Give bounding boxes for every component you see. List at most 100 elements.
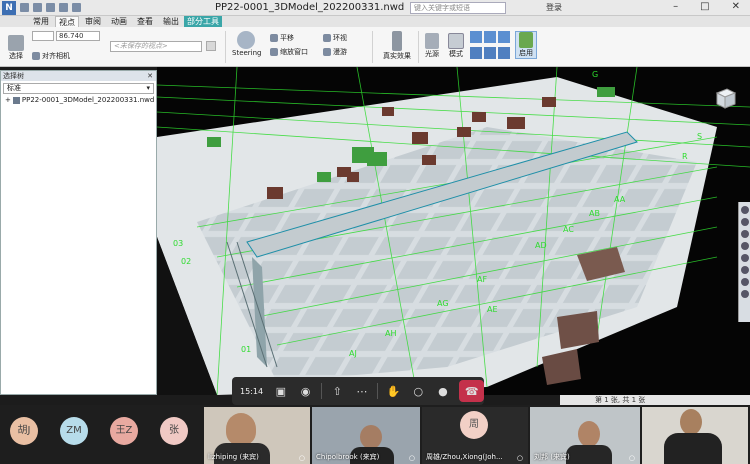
realism-button[interactable]: 真实效果 [380,31,414,61]
walk-button[interactable]: 漫游 [323,47,347,57]
walk-icon[interactable] [740,266,749,274]
steering-wheel-icon[interactable] [740,206,749,214]
pan-icon[interactable] [740,218,749,226]
share-icon: ⇧ [332,384,342,398]
participants-button[interactable]: ● [431,380,456,402]
chat-icon: ○ [413,384,424,398]
view-cube-icon[interactable] [712,85,738,111]
avatar[interactable]: 王Z [110,417,138,445]
file-icon [12,96,20,104]
video-tile[interactable]: 周 周雄/Zhou,Xiong(Joh... ○ [422,407,528,464]
print-icon[interactable] [72,3,81,12]
walk-label: 漫游 [333,48,347,56]
app-icon[interactable]: N [2,1,16,15]
login-button[interactable]: 登录 [546,2,562,13]
close-icon[interactable]: ✕ [732,1,740,12]
save-icon[interactable] [33,3,42,12]
minimize-icon[interactable]: – [673,1,678,12]
3d-viewport[interactable]: AE AF AG AH AJ AB AC AD 03 02 01 G R S A… [157,67,750,395]
realism-label: 真实效果 [383,52,411,60]
video-tile[interactable]: 刘邦 (来宾) ○ [530,407,640,464]
zoom-window-label: 缩放窗口 [280,48,308,56]
orbit-icon[interactable] [740,242,749,250]
tab-animation[interactable]: 动画 [108,16,130,27]
avatar[interactable]: 张 [160,417,188,445]
mic-button[interactable]: ◉ [293,380,318,402]
light-button[interactable]: 光源 [422,33,442,59]
video-tile[interactable]: lizhiping (来宾) ○ [204,407,310,464]
open-icon[interactable] [20,3,29,12]
panel-header: 选择树 ✕ [1,71,156,81]
mode-label: 模式 [449,50,463,58]
move-icon[interactable] [470,47,482,59]
ribbon: 选择 86.740 对齐相机 <未保存的视点> Steering 平移 缩放窗口… [0,27,750,67]
selection-mode-select[interactable]: 标准 ▾ [3,83,154,94]
section-box-icon[interactable] [484,31,496,43]
enable-icon [519,32,533,48]
tab-view[interactable]: 查看 [134,16,156,27]
participant-name: 周雄/Zhou,Xiong(Joh... [426,453,503,461]
redo-icon[interactable] [59,3,68,12]
raise-hand-button[interactable]: ✋ [381,380,406,402]
orbit-button[interactable]: 环视 [323,33,347,43]
look-icon[interactable] [740,254,749,262]
person-icon [392,31,402,51]
grid-label: 03 [173,239,184,248]
tree-item[interactable]: + PP22-0001_3DModel_202200331.nwd [1,96,156,104]
video-tile[interactable]: Chipolbrook (来宾) ○ [312,407,420,464]
mode-button[interactable]: 模式 [446,33,466,59]
chat-button[interactable]: ○ [406,380,431,402]
divider [418,31,419,63]
tab-viewpoint[interactable]: 视点 [55,16,79,27]
tab-tools[interactable]: 部分工具 [184,16,222,27]
mic-muted-icon: ○ [298,454,305,462]
enable-label: 启用 [519,49,533,57]
saved-view-select[interactable]: <未保存的视点> [110,41,202,52]
transform-icon[interactable] [498,31,510,43]
ribbon-tabs: 常用 视点 审阅 动画 查看 输出 部分工具 [0,16,750,27]
section-plane-icon[interactable] [470,31,482,43]
video-tile[interactable] [642,407,748,464]
navigation-bar [738,202,750,322]
maximize-icon[interactable]: □ [700,1,709,12]
more-button[interactable]: ⋯ [350,380,375,402]
section-tools [470,31,512,61]
view-options-icon[interactable] [206,41,216,51]
participant-name: 刘邦 (来宾) [534,453,570,461]
enable-button[interactable]: 启用 [515,31,537,59]
tab-home[interactable]: 常用 [30,16,52,27]
expand-icon[interactable]: + [5,96,11,104]
field-small[interactable] [32,31,54,41]
rotate-icon[interactable] [484,47,496,59]
search-input[interactable]: 键入关键字或短语 [410,2,506,14]
close-icon[interactable]: ✕ [147,71,153,81]
status-bar: 第 1 张, 共 1 张 [560,395,750,405]
hang-up-button[interactable]: ☎ [459,380,485,402]
flashlight-icon [425,33,439,49]
camera-button[interactable]: ▣ [269,380,294,402]
avatar[interactable]: ZM [60,417,88,445]
align-camera-button[interactable]: 对齐相机 [32,51,70,61]
pan-button[interactable]: 平移 [270,33,294,43]
zoom-icon[interactable] [740,230,749,238]
participant-strip: 胡J ZM 王Z 张 lizhiping (来宾) ○ Chipolbrook … [0,405,750,464]
align-icon [32,52,40,60]
tab-review[interactable]: 审阅 [82,16,104,27]
steering-button[interactable]: Steering [232,31,262,57]
grid-label: AB [589,209,600,218]
share-button[interactable]: ⇧ [325,380,350,402]
grid-label: AD [535,241,547,250]
zoom-window-button[interactable]: 缩放窗口 [270,47,308,57]
participant-face [360,425,382,449]
align-camera-label: 对齐相机 [42,52,70,60]
tab-output[interactable]: 输出 [160,16,182,27]
select-icon[interactable] [740,278,749,286]
avatar[interactable]: 胡J [10,417,38,445]
orbit-label: 环视 [333,34,347,42]
select-button[interactable]: 选择 [4,35,28,61]
zoom-icon [270,48,278,56]
zoom-extent-icon[interactable] [740,290,749,298]
undo-icon[interactable] [46,3,55,12]
value-field[interactable]: 86.740 [56,31,100,41]
scale-icon[interactable] [498,47,510,59]
